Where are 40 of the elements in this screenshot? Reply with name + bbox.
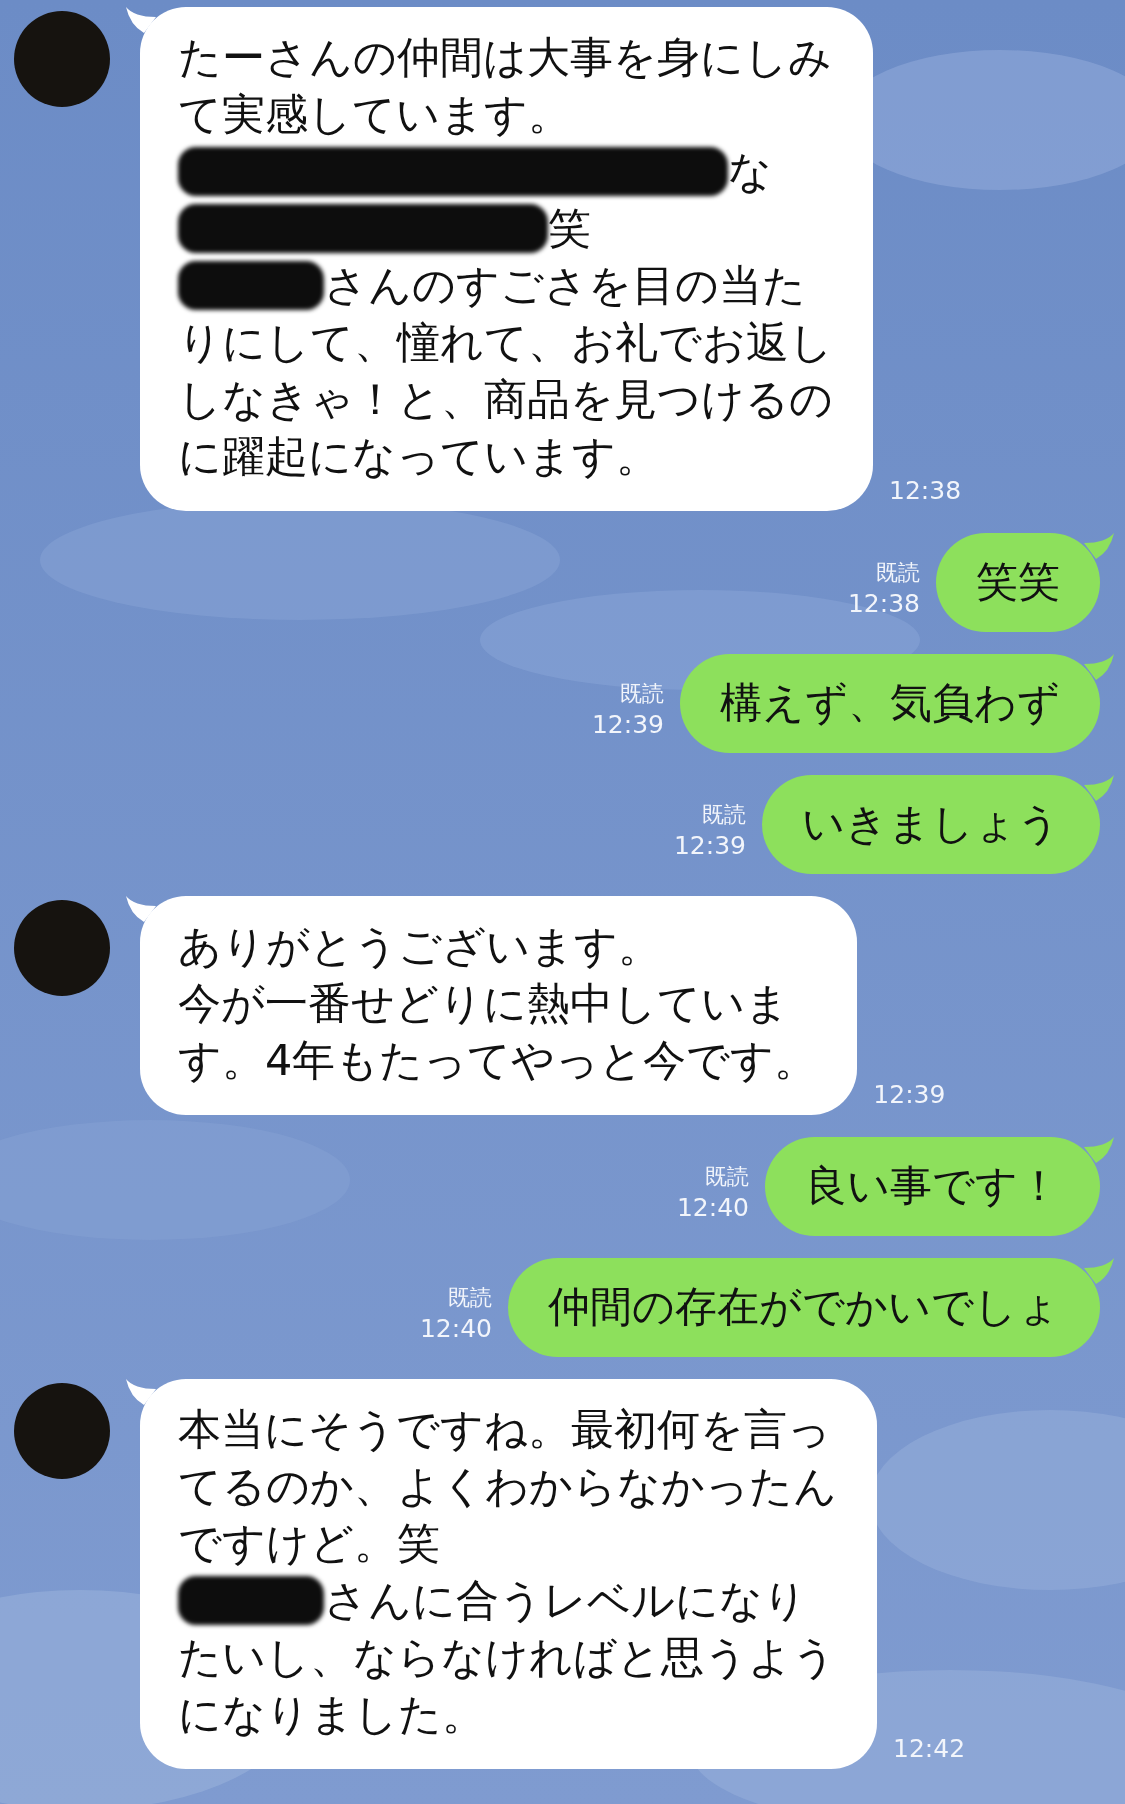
message-text: に躍起になっています。: [178, 430, 659, 483]
message-text: 笑笑: [976, 557, 1060, 606]
bubble-tail: [1084, 533, 1114, 559]
timestamp: 12:40: [676, 1192, 749, 1224]
message-text: 笑: [547, 202, 591, 255]
message-text: 仲間の存在がでかいでしょ: [548, 1282, 1060, 1331]
message-text: ですけど。笑: [178, 1517, 440, 1570]
message-text: たーさんの仲間は大事を身にしみ: [178, 31, 832, 84]
read-receipt: 既読: [620, 680, 664, 708]
message-text: ありがとうございます。: [178, 920, 661, 973]
timestamp: 12:39: [591, 709, 664, 741]
read-receipt: 既読: [705, 1163, 749, 1191]
message-text: てるのか、よくわからなかったん: [178, 1460, 837, 1513]
message-text: 今が一番せどりに熱中していま: [178, 977, 789, 1030]
read-receipt: 既読: [876, 559, 920, 587]
message-text: て実感しています。: [178, 88, 571, 141]
message-text: さんのすごさを目の当た: [324, 259, 807, 312]
bubble-tail: [1084, 1137, 1114, 1163]
timestamp: 12:40: [419, 1313, 492, 1345]
bubble-tail: [1084, 1258, 1114, 1284]
message-text: しなきゃ！と、商品を見つけるの: [178, 373, 833, 426]
message-text: さんに合うレベルになり: [324, 1574, 808, 1627]
read-receipt: 既読: [448, 1284, 492, 1312]
timestamp: 12:38: [847, 588, 920, 620]
message-text: いきましょう: [802, 799, 1060, 848]
bubble-tail: [1084, 654, 1114, 680]
message-text: す。4年もたってやっと今です。: [178, 1034, 818, 1087]
message-text: たいし、ならなければと思うよう: [178, 1631, 836, 1684]
bubble-tail: [1084, 775, 1114, 801]
message-text: になりました。: [178, 1688, 485, 1741]
message-text: 構えず、気負わず: [720, 678, 1060, 727]
timestamp: 12:38: [889, 475, 962, 507]
message-text: 良い事です！: [805, 1161, 1060, 1210]
timestamp: 12:39: [873, 1079, 946, 1111]
timestamp: 12:42: [893, 1733, 966, 1765]
message-text: りにして、憧れて、お礼でお返し: [178, 316, 833, 369]
message-text: 本当にそうですね。最初何を言っ: [178, 1403, 831, 1456]
read-receipt: 既読: [702, 801, 746, 829]
timestamp: 12:39: [673, 830, 746, 862]
message-text: な: [728, 145, 773, 198]
